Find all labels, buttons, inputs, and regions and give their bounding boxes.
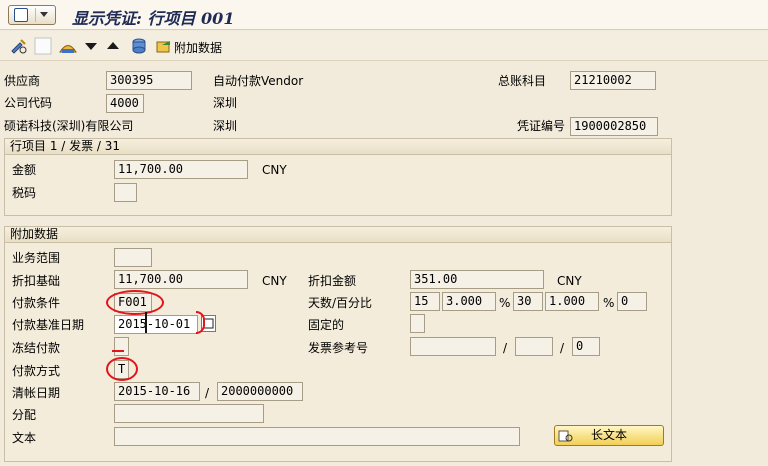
- invoice-reference-slash-1: /: [503, 341, 508, 355]
- days-2-field[interactable]: 30: [513, 292, 543, 311]
- business-area-label: 业务范围: [12, 251, 61, 265]
- invoice-reference-item-field[interactable]: 0: [572, 337, 600, 356]
- company-city: 深圳: [213, 96, 238, 110]
- annotation-circle-payment-method: [106, 357, 138, 381]
- line-item-group-title: 行项目 1 / 发票 / 31: [5, 139, 671, 155]
- gl-account-label: 总账科目: [498, 74, 547, 88]
- invoice-reference-year-field[interactable]: [515, 337, 553, 356]
- payment-terms-label: 付款条件: [12, 296, 61, 310]
- document-header-icon[interactable]: [130, 37, 148, 55]
- invoice-reference-slash-2: /: [560, 341, 565, 355]
- payment-method-label: 付款方式: [12, 364, 61, 378]
- vendor-description: 自动付款Vendor: [213, 74, 304, 88]
- vendor-city: 深圳: [213, 119, 238, 133]
- amount-label: 金额: [12, 163, 37, 177]
- text-field[interactable]: [114, 427, 520, 446]
- discount-base-label: 折扣基础: [12, 274, 61, 288]
- assignment-field[interactable]: [114, 404, 264, 423]
- company-code-label: 公司代码: [4, 96, 53, 110]
- clearing-date-label: 清帐日期: [12, 386, 61, 400]
- company-code-field[interactable]: 4000: [106, 94, 144, 113]
- clearing-date-field[interactable]: 2015-10-16: [114, 382, 200, 401]
- discount-base-field[interactable]: 11,700.00: [114, 270, 248, 289]
- invoice-reference-label: 发票参考号: [308, 341, 369, 355]
- discount-amount-currency: CNY: [557, 274, 582, 288]
- discount-base-currency: CNY: [262, 274, 287, 288]
- percent-2-field[interactable]: 1.000: [545, 292, 599, 311]
- payment-block-field[interactable]: [114, 337, 129, 356]
- long-text-button[interactable]: 长文本: [554, 425, 664, 446]
- text-label: 文本: [12, 431, 37, 445]
- clearing-document-field[interactable]: 2000000000: [217, 382, 303, 401]
- percent-1-field[interactable]: 3.000: [442, 292, 496, 311]
- fixed-checkbox[interactable]: [410, 314, 425, 333]
- page-title: 显示凭证: 行项目 001: [72, 9, 235, 28]
- overview-icon[interactable]: [58, 37, 78, 55]
- baseline-date-label: 付款基准日期: [12, 318, 85, 332]
- fixed-label: 固定的: [308, 318, 345, 332]
- days-percent-label: 天数/百分比: [308, 296, 373, 310]
- title-bar: 显示凭证: 行项目 001: [0, 0, 768, 30]
- attach-data-button-label[interactable]: 附加数据: [174, 39, 222, 56]
- application-toolbar: 附加数据: [0, 31, 768, 61]
- previous-item-icon[interactable]: [106, 37, 120, 55]
- document-number-label: 凭证编号: [517, 119, 566, 133]
- tax-code-label: 税码: [12, 186, 37, 200]
- vendor-label: 供应商: [4, 74, 41, 88]
- payment-block-label: 冻结付款: [12, 341, 61, 355]
- attach-data-icon[interactable]: [156, 37, 172, 55]
- line-item-group: 行项目 1 / 发票 / 31: [4, 138, 672, 216]
- gl-account-field[interactable]: 21210002: [570, 71, 656, 90]
- blank-icon[interactable]: [34, 37, 52, 55]
- annotation-stroke-payment-method: [112, 350, 124, 352]
- vendor-name: 硕诺科技(深圳)有限公司: [4, 119, 134, 133]
- assignment-label: 分配: [12, 408, 37, 422]
- long-text-icon: [558, 430, 573, 442]
- menu-icon: [14, 8, 28, 22]
- document-number-field[interactable]: 1900002850: [570, 117, 658, 136]
- invoice-reference-field[interactable]: [410, 337, 496, 356]
- vendor-field[interactable]: 300395: [106, 71, 192, 90]
- amount-field[interactable]: 11,700.00: [114, 160, 248, 179]
- display-change-icon[interactable]: [10, 37, 28, 55]
- days-1-field[interactable]: 15: [410, 292, 440, 311]
- baseline-date-field[interactable]: 2015-10-01: [114, 315, 198, 334]
- discount-amount-label: 折扣金额: [308, 274, 357, 288]
- additional-data-group-title: 附加数据: [5, 227, 671, 243]
- percent-1-sign: %: [499, 296, 511, 310]
- days-3-field[interactable]: 0: [617, 292, 647, 311]
- long-text-button-label: 长文本: [590, 428, 627, 442]
- system-menu-button[interactable]: [8, 5, 56, 25]
- clearing-slash: /: [205, 386, 210, 400]
- tax-code-field[interactable]: [114, 183, 137, 202]
- amount-currency: CNY: [262, 163, 287, 177]
- percent-2-sign: %: [603, 296, 615, 310]
- discount-amount-field[interactable]: 351.00: [410, 270, 544, 289]
- annotation-circle-payment-terms: [106, 290, 164, 315]
- chevron-down-icon: [35, 8, 51, 22]
- business-area-field[interactable]: [114, 248, 152, 267]
- text-cursor: [145, 312, 147, 333]
- next-item-icon[interactable]: [84, 37, 98, 55]
